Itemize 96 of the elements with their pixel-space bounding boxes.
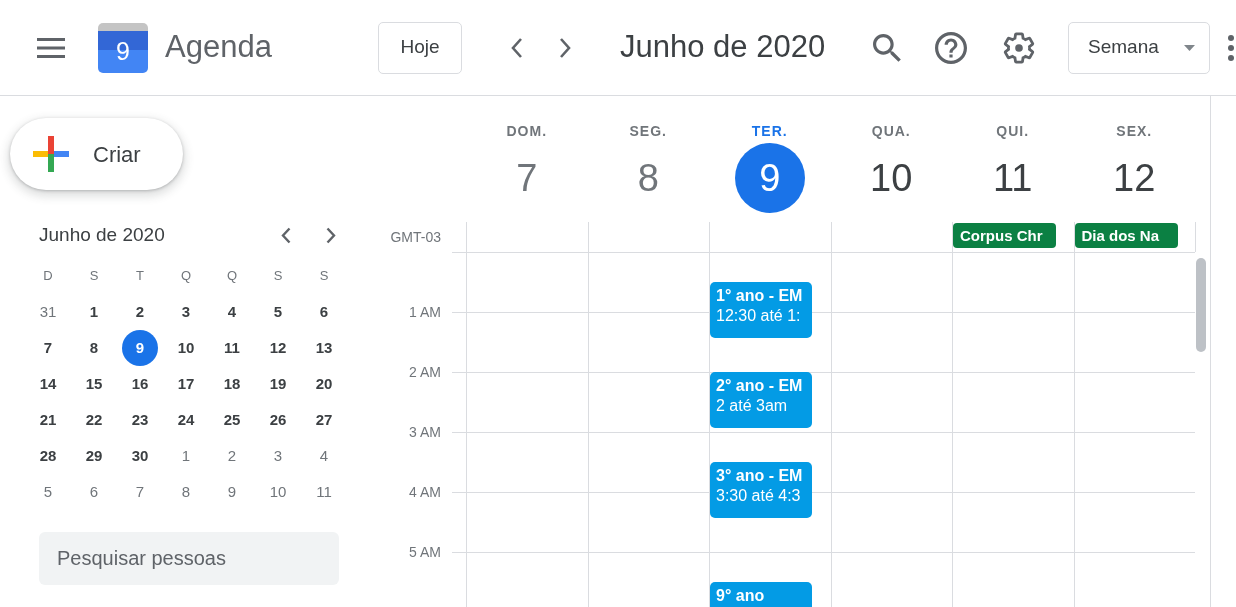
- calendar-logo[interactable]: 9: [98, 22, 148, 73]
- create-button[interactable]: Criar: [10, 118, 183, 190]
- chevron-right-icon[interactable]: [326, 226, 336, 244]
- calendar-date[interactable]: 15: [76, 366, 112, 402]
- weekday-label: DOM.: [506, 122, 548, 140]
- calendar-date[interactable]: 14: [30, 366, 66, 402]
- search-icon[interactable]: [873, 33, 901, 62]
- calendar-date[interactable]: 12: [260, 330, 296, 366]
- weekday-letter: T: [136, 267, 144, 286]
- weekday-letter: Q: [226, 267, 238, 286]
- calendar-date[interactable]: 9: [122, 330, 158, 366]
- hour-label: 5 AM: [409, 542, 441, 562]
- calendar-date[interactable]: 3: [168, 294, 204, 330]
- calendar-date[interactable]: 5: [260, 294, 296, 330]
- scrollbar-thumb[interactable]: [1196, 258, 1206, 352]
- people-search-field[interactable]: Pesquisar pessoas: [39, 532, 339, 585]
- calendar-date[interactable]: 4: [306, 438, 342, 474]
- calendar-date[interactable]: 2: [214, 438, 250, 474]
- timezone-label: GMT-03: [390, 227, 441, 247]
- event-title: 3° ano - EM: [716, 466, 803, 486]
- calendar-date[interactable]: 29: [76, 438, 112, 474]
- mini-calendar-title: Junho de 2020: [39, 222, 165, 247]
- all-day-event[interactable]: Dia dos Na: [1074, 223, 1178, 248]
- weekday-label: QUA.: [871, 122, 911, 140]
- more-icon[interactable]: [1228, 34, 1234, 61]
- calendar-date[interactable]: 2: [122, 294, 158, 330]
- event-time: 3:30 até 4:3: [716, 486, 801, 506]
- menu-icon[interactable]: [37, 37, 65, 58]
- day-number[interactable]: 9: [734, 143, 805, 213]
- calendar-date[interactable]: 8: [168, 474, 204, 510]
- hour-label: 4 AM: [409, 482, 441, 502]
- calendar-date[interactable]: 7: [30, 330, 66, 366]
- weekday-letter: D: [43, 267, 53, 286]
- weekday-letter: S: [319, 267, 329, 286]
- calendar-date[interactable]: 30: [122, 438, 158, 474]
- hour-label: 2 AM: [409, 362, 441, 382]
- event-title: 1° ano - EM: [716, 286, 803, 306]
- chevron-left-icon[interactable]: [281, 226, 291, 244]
- settings-icon[interactable]: [1003, 31, 1035, 64]
- calendar-date[interactable]: 10: [260, 474, 296, 510]
- calendar-date[interactable]: 18: [214, 366, 250, 402]
- weekday-label: QUI.: [996, 122, 1030, 140]
- calendar-date[interactable]: 25: [214, 402, 250, 438]
- day-number[interactable]: 11: [977, 143, 1048, 213]
- chevron-right-icon[interactable]: [558, 36, 572, 59]
- calendar-date[interactable]: 20: [306, 366, 342, 402]
- view-select[interactable]: Semana: [1068, 21, 1210, 74]
- hour-label: 3 AM: [409, 422, 441, 442]
- calendar-date[interactable]: 10: [168, 330, 204, 366]
- event-time: 12:30 até 1:: [716, 306, 801, 326]
- plus-icon: [33, 136, 69, 172]
- day-number[interactable]: 8: [613, 143, 684, 213]
- calendar-date[interactable]: 6: [76, 474, 112, 510]
- weekday-label: SEX.: [1116, 122, 1153, 140]
- all-day-event[interactable]: Corpus Chr: [953, 223, 1056, 248]
- weekday-letter: Q: [180, 267, 192, 286]
- calendar-date[interactable]: 28: [30, 438, 66, 474]
- calendar-date[interactable]: 27: [306, 402, 342, 438]
- calendar-date[interactable]: 23: [122, 402, 158, 438]
- calendar-date[interactable]: 5: [30, 474, 66, 510]
- calendar-date[interactable]: 24: [168, 402, 204, 438]
- weekday-label: SEG.: [629, 122, 667, 140]
- calendar-date[interactable]: 16: [122, 366, 158, 402]
- day-number[interactable]: 7: [491, 143, 562, 213]
- weekday-letter: S: [89, 267, 99, 286]
- calendar-date[interactable]: 13: [306, 330, 342, 366]
- calendar-date[interactable]: 26: [260, 402, 296, 438]
- calendar-date[interactable]: 19: [260, 366, 296, 402]
- calendar-date[interactable]: 11: [306, 474, 342, 510]
- day-number[interactable]: 10: [856, 143, 927, 213]
- calendar-date[interactable]: 17: [168, 366, 204, 402]
- calendar-date[interactable]: 11: [214, 330, 250, 366]
- calendar-date[interactable]: 1: [76, 294, 112, 330]
- event-title: 2° ano - EM: [716, 376, 803, 396]
- chevron-left-icon[interactable]: [510, 36, 524, 59]
- calendar-date[interactable]: 3: [260, 438, 296, 474]
- hour-label: 1 AM: [409, 302, 441, 322]
- calendar-date[interactable]: 8: [76, 330, 112, 366]
- event-title: 9° ano: [716, 586, 765, 606]
- calendar-date[interactable]: 9: [214, 474, 250, 510]
- today-button[interactable]: Hoje: [378, 21, 462, 74]
- weekday-letter: S: [273, 267, 283, 286]
- period-title: Junho de 2020: [620, 28, 826, 67]
- help-icon[interactable]: [935, 31, 967, 64]
- calendar-date[interactable]: 31: [30, 294, 66, 330]
- calendar-date[interactable]: 7: [122, 474, 158, 510]
- calendar-date[interactable]: 4: [214, 294, 250, 330]
- app-title: Agenda: [165, 28, 272, 67]
- calendar-date[interactable]: 6: [306, 294, 342, 330]
- calendar-date[interactable]: 22: [76, 402, 112, 438]
- weekday-label: TER.: [751, 122, 788, 140]
- caret-icon: [1184, 44, 1195, 51]
- calendar-date[interactable]: 21: [30, 402, 66, 438]
- calendar-date[interactable]: 1: [168, 438, 204, 474]
- day-number[interactable]: 12: [1099, 143, 1170, 213]
- event-time: 2 até 3am: [716, 396, 788, 416]
